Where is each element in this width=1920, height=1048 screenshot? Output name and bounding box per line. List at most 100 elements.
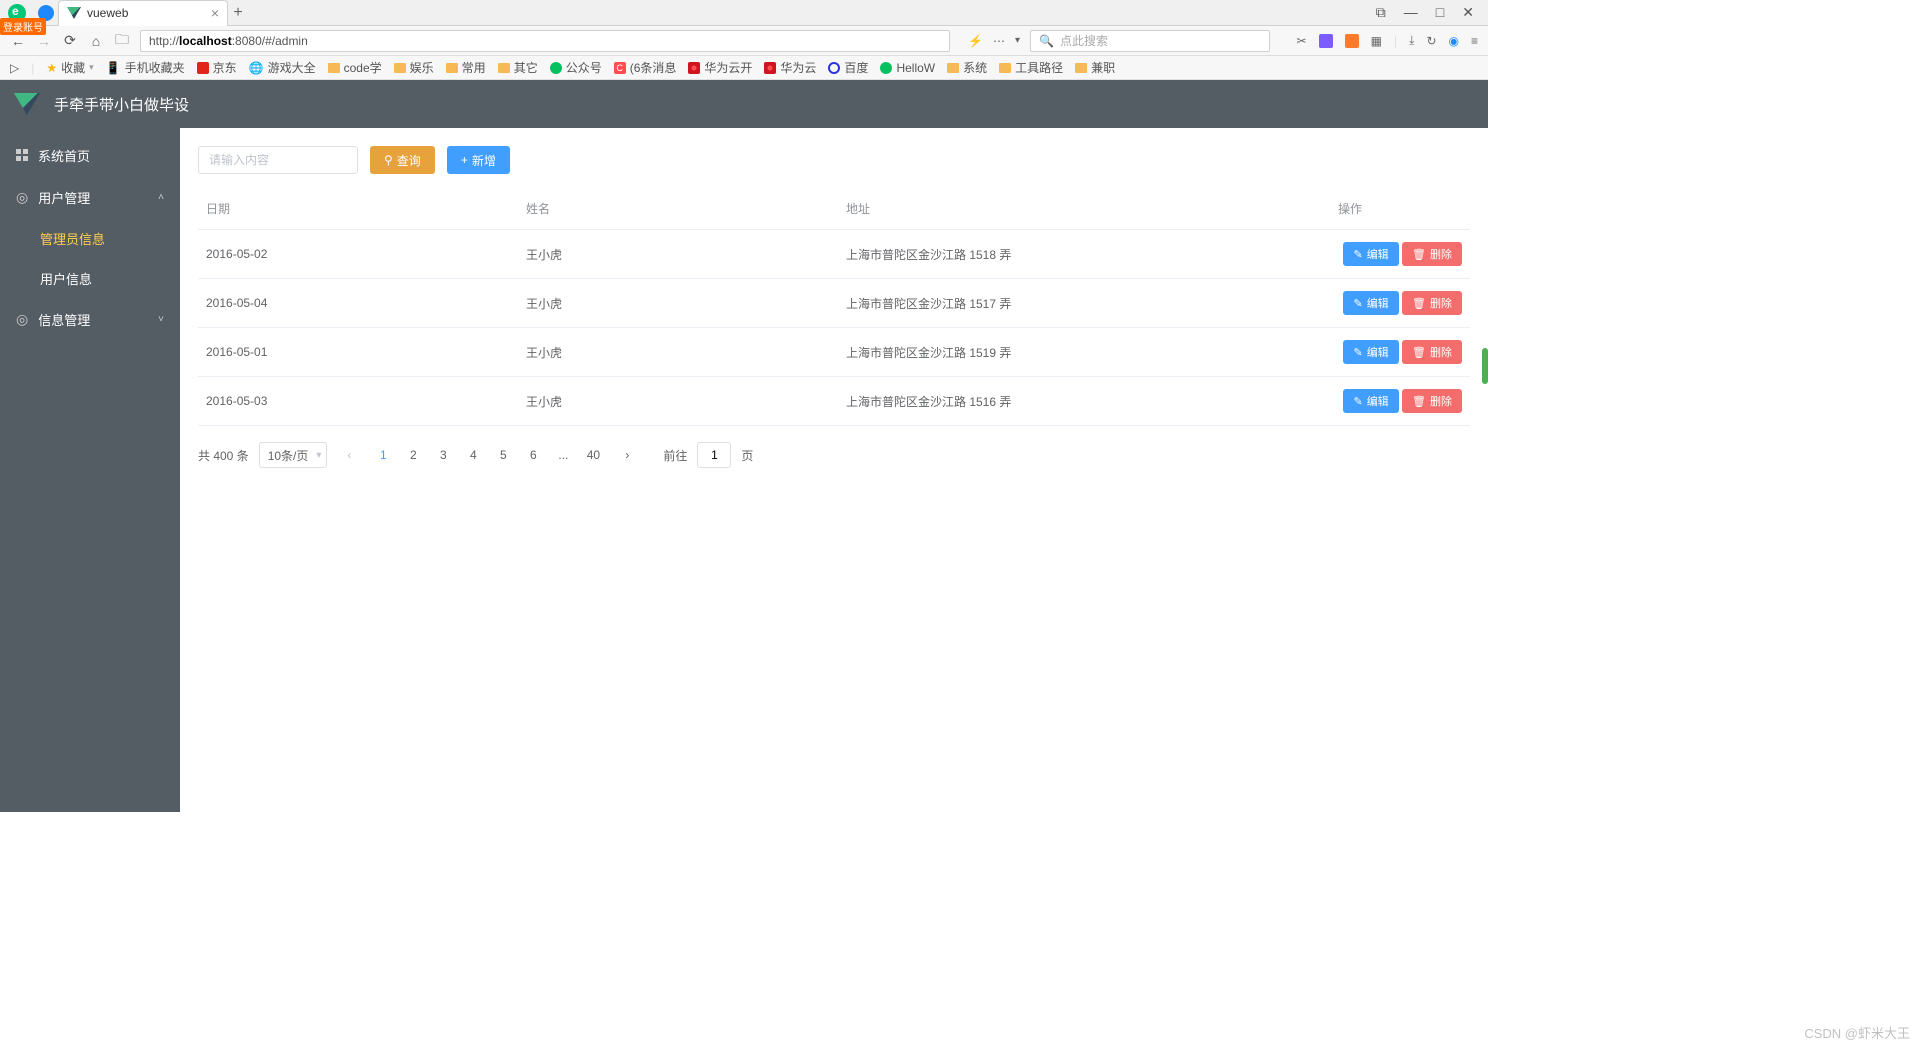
- delete-button[interactable]: 🗑 删除: [1402, 340, 1462, 364]
- home-icon[interactable]: ⌂: [88, 33, 104, 49]
- flash-icon[interactable]: ⚡: [968, 34, 983, 48]
- chevron-up-icon: ˄: [158, 192, 164, 203]
- search-icon: ⚲: [384, 153, 393, 167]
- sidebar-toggle-icon[interactable]: ▷: [10, 61, 19, 75]
- window-close-icon[interactable]: ✕: [1462, 4, 1474, 21]
- scissors-icon[interactable]: ✂: [1297, 34, 1307, 48]
- bookmark-label: (6条消息: [630, 59, 677, 76]
- ext-icon-2[interactable]: [1345, 34, 1359, 48]
- bookmark-item[interactable]: 其它: [498, 59, 538, 76]
- add-button[interactable]: + 新增: [447, 146, 510, 174]
- sidebar-sub-user-info[interactable]: 用户信息: [0, 258, 180, 298]
- edit-button[interactable]: ✎ 编辑: [1343, 242, 1398, 266]
- more-icon[interactable]: ⋯: [993, 34, 1005, 48]
- search-input[interactable]: 🔍 点此搜索: [1030, 30, 1270, 52]
- chevron-down-icon[interactable]: ▾: [1015, 35, 1020, 46]
- page-number[interactable]: 6: [521, 442, 545, 468]
- trash-icon: 🗑: [1412, 297, 1426, 310]
- page-number[interactable]: 40: [581, 442, 605, 468]
- prev-page-button[interactable]: ‹: [337, 442, 361, 468]
- cell-date: 2016-05-02: [198, 230, 518, 279]
- window-extra-icon[interactable]: ⧉: [1376, 4, 1386, 21]
- scrollbar-indicator[interactable]: [1482, 348, 1488, 384]
- page-number[interactable]: 5: [491, 442, 515, 468]
- search-input[interactable]: [198, 146, 358, 174]
- url-input[interactable]: http://localhost:8080/#/admin: [140, 30, 950, 52]
- col-name: 姓名: [518, 188, 838, 230]
- window-minimize-icon[interactable]: —: [1404, 4, 1418, 21]
- login-badge: 登录账号: [0, 18, 46, 35]
- download-icon[interactable]: ⤓: [1409, 33, 1414, 48]
- bookmark-item[interactable]: 📱手机收藏夹: [106, 59, 185, 76]
- bookmark-item[interactable]: code学: [328, 59, 382, 76]
- page-number[interactable]: 1: [371, 442, 395, 468]
- edit-button[interactable]: ✎ 编辑: [1343, 340, 1398, 364]
- chevron-down-icon: ▾: [89, 62, 94, 73]
- bookmark-label: 公众号: [566, 59, 602, 76]
- bookmarks-label[interactable]: ★ 收藏 ▾: [46, 59, 93, 76]
- goto-page-input[interactable]: [697, 442, 731, 468]
- sidebar-item-label: 管理员信息: [40, 229, 105, 248]
- sidebar-item-info-mgmt[interactable]: ◎ 信息管理 ˅: [0, 298, 180, 340]
- bookmark-item[interactable]: 京东: [197, 59, 237, 76]
- bookmark-item[interactable]: 华为云开: [688, 59, 752, 76]
- bookmark-item[interactable]: 常用: [446, 59, 486, 76]
- bookmark-item[interactable]: 系统: [947, 59, 987, 76]
- search-placeholder: 点此搜索: [1060, 32, 1108, 49]
- cell-name: 王小虎: [518, 328, 838, 377]
- refresh-icon[interactable]: ⟳: [62, 32, 78, 49]
- browser-tab[interactable]: vueweb ×: [58, 0, 228, 26]
- delete-button[interactable]: 🗑 删除: [1402, 242, 1462, 266]
- sidebar-item-home[interactable]: 系统首页: [0, 134, 180, 176]
- bookmark-item[interactable]: 华为云: [764, 59, 816, 76]
- history-icon[interactable]: ↻: [1426, 34, 1436, 48]
- bookmark-item[interactable]: 公众号: [550, 59, 602, 76]
- window-maximize-icon[interactable]: □: [1436, 4, 1444, 21]
- close-icon[interactable]: ×: [211, 5, 219, 21]
- bookmark-item[interactable]: 百度: [828, 59, 868, 76]
- new-tab-button[interactable]: +: [228, 4, 248, 22]
- cell-address: 上海市普陀区金沙江路 1518 弄: [838, 230, 1330, 279]
- page-number[interactable]: 4: [461, 442, 485, 468]
- ext-icon-1[interactable]: [1319, 34, 1333, 48]
- table-row: 2016-05-01 王小虎 上海市普陀区金沙江路 1519 弄 ✎ 编辑 🗑 …: [198, 328, 1470, 377]
- bookmark-item[interactable]: 娱乐: [394, 59, 434, 76]
- browser-tab-bar: vueweb × + ⧉ — □ ✕: [0, 0, 1488, 26]
- lock-icon[interactable]: 🗀: [114, 29, 130, 53]
- cell-address: 上海市普陀区金沙江路 1519 弄: [838, 328, 1330, 377]
- main-panel: ⚲ 查询 + 新增 日期 姓名 地址 操作 2016: [180, 128, 1488, 812]
- cell-name: 王小虎: [518, 279, 838, 328]
- page-number[interactable]: 3: [431, 442, 455, 468]
- globe-icon[interactable]: ◉: [1449, 34, 1459, 48]
- bookmark-item[interactable]: C(6条消息: [614, 59, 677, 76]
- edit-button[interactable]: ✎ 编辑: [1343, 291, 1398, 315]
- sidebar-item-user-mgmt[interactable]: ◎ 用户管理 ˄: [0, 176, 180, 218]
- pagination: 共 400 条 10条/页 ‹ 123456...40 › 前往 页: [198, 426, 1470, 484]
- grid-icon[interactable]: ▦: [1371, 34, 1382, 48]
- bookmark-label: 手机收藏夹: [125, 59, 185, 76]
- sidebar-sub-admin-info[interactable]: 管理员信息: [0, 218, 180, 258]
- bookmark-label: 百度: [844, 59, 868, 76]
- app-header: 手牵手带小白做毕设: [0, 80, 1488, 128]
- page-number[interactable]: 2: [401, 442, 425, 468]
- bookmark-item[interactable]: 兼职: [1075, 59, 1115, 76]
- query-button[interactable]: ⚲ 查询: [370, 146, 435, 174]
- bookmark-label: 京东: [213, 59, 237, 76]
- page-size-select[interactable]: 10条/页: [259, 442, 328, 468]
- goto-suffix: 页: [741, 447, 753, 464]
- next-page-button[interactable]: ›: [615, 442, 639, 468]
- tab-title: vueweb: [87, 6, 205, 20]
- watermark: CSDN @虾米大王: [1804, 1023, 1910, 1042]
- location-icon: ◎: [16, 311, 28, 328]
- bookmark-item[interactable]: 工具路径: [999, 59, 1063, 76]
- edit-button[interactable]: ✎ 编辑: [1343, 389, 1398, 413]
- delete-button[interactable]: 🗑 删除: [1402, 291, 1462, 315]
- bookmark-label: HelloW: [896, 61, 935, 75]
- bookmark-label: 兼职: [1091, 59, 1115, 76]
- vue-logo-icon: [14, 93, 40, 115]
- bookmark-item[interactable]: 🌐游戏大全: [249, 59, 316, 76]
- cell-date: 2016-05-01: [198, 328, 518, 377]
- menu-icon[interactable]: ≡: [1471, 34, 1478, 48]
- delete-button[interactable]: 🗑 删除: [1402, 389, 1462, 413]
- bookmark-item[interactable]: HelloW: [880, 59, 935, 76]
